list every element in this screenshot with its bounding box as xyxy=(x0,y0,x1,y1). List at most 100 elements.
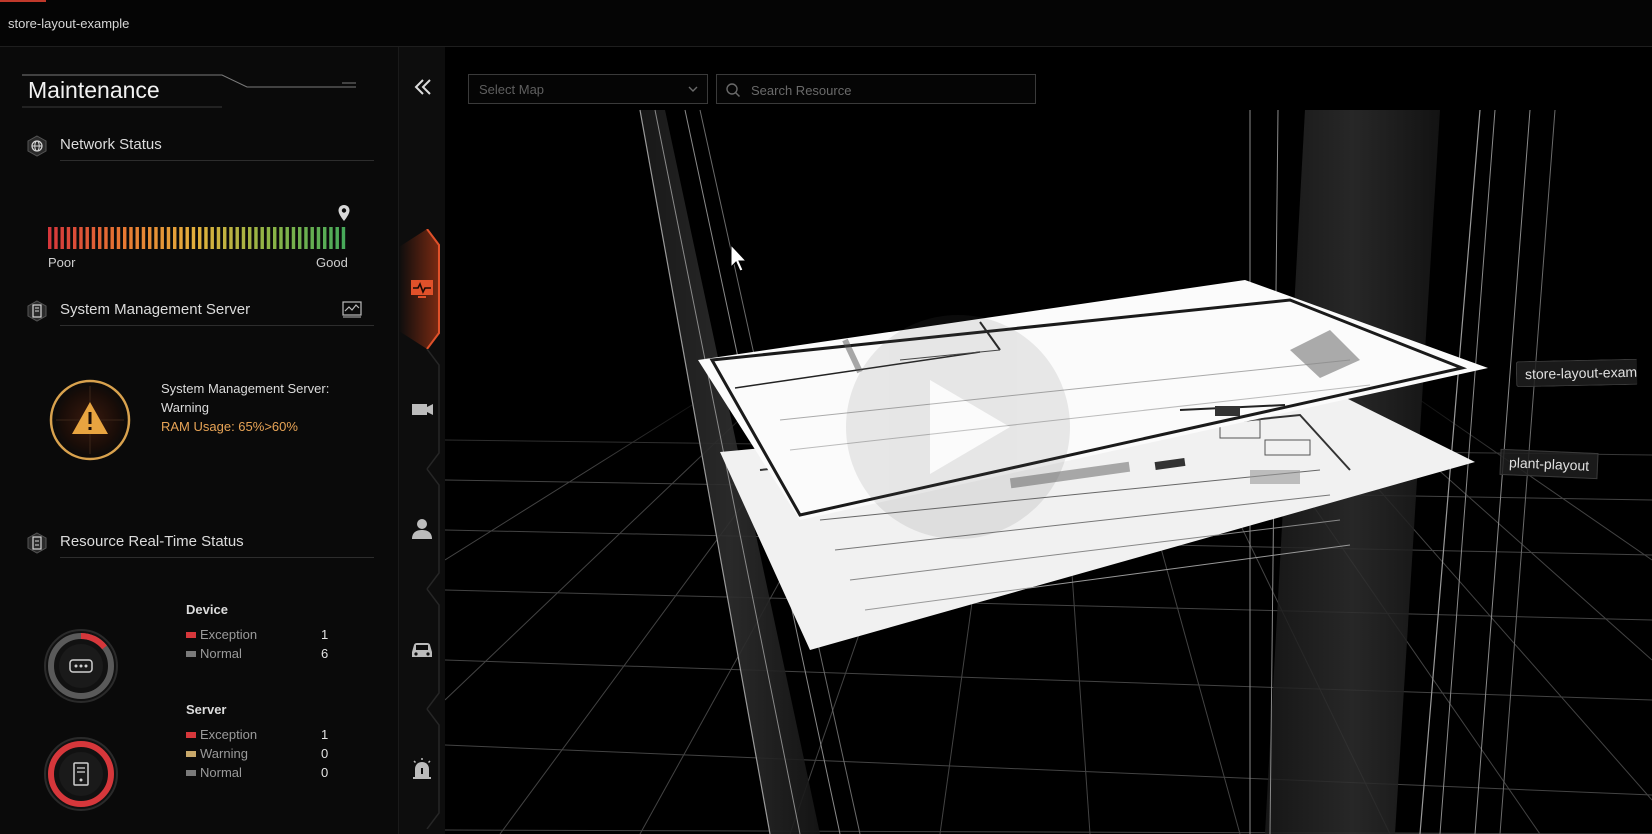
server-icon xyxy=(27,300,47,322)
row-count: 6 xyxy=(321,646,329,661)
network-scale-poor: Poor xyxy=(48,255,76,270)
server-warning-ring xyxy=(49,379,131,461)
window-title: store-layout-example xyxy=(8,16,130,31)
signal-segment xyxy=(79,227,83,249)
monitor-pulse-icon xyxy=(411,280,433,298)
server-header: System Management Server xyxy=(26,296,374,326)
signal-segment xyxy=(260,227,264,249)
signal-segment xyxy=(173,227,177,249)
camera-icon xyxy=(412,404,433,415)
network-status-header: Network Status xyxy=(26,131,374,161)
map-label-plant[interactable]: plant-playout xyxy=(1499,448,1599,480)
signal-segment xyxy=(254,227,258,249)
person-icon xyxy=(412,519,432,539)
maintenance-panel: Maintenance Network Status Poor Good Sys… xyxy=(0,47,398,834)
section-divider xyxy=(60,160,374,161)
chart-monitor-icon[interactable] xyxy=(342,300,362,318)
signal-segment xyxy=(98,227,102,249)
signal-segment xyxy=(85,227,89,249)
legend-swatch xyxy=(186,732,196,738)
car-icon xyxy=(412,643,432,657)
row-count: 0 xyxy=(321,765,329,780)
signal-segment xyxy=(160,227,164,249)
resource-search[interactable] xyxy=(716,74,1036,104)
row-label: Warning xyxy=(200,746,248,761)
signal-segment xyxy=(291,227,296,249)
section-divider xyxy=(60,325,374,326)
device-normal-row: Normal 6 xyxy=(186,646,336,664)
legend-swatch xyxy=(186,751,196,757)
signal-segment xyxy=(191,227,196,249)
search-input[interactable] xyxy=(749,80,1033,100)
signal-segment xyxy=(223,227,227,249)
map-label-store[interactable]: store-layout-exam xyxy=(1515,358,1638,388)
row-label: Exception xyxy=(200,627,258,642)
signal-segment xyxy=(129,227,133,249)
signal-segment xyxy=(204,227,208,249)
nav-item-alarm[interactable] xyxy=(399,709,445,829)
resource-status-header: Resource Real-Time Status xyxy=(26,528,374,558)
title-bar: store-layout-example xyxy=(0,0,1652,47)
signal-segment xyxy=(248,227,252,249)
signal-segment xyxy=(123,227,127,249)
nav-item-camera[interactable] xyxy=(399,349,445,469)
signal-segment xyxy=(141,227,146,249)
signal-segment xyxy=(341,227,346,249)
signal-segment xyxy=(166,227,171,249)
play-overlay-icon[interactable] xyxy=(846,315,1070,539)
network-globe-icon xyxy=(27,135,47,157)
nav-item-monitor[interactable] xyxy=(399,229,445,349)
server-exception-row: Exception 1 xyxy=(186,727,336,745)
signal-segment xyxy=(335,227,339,249)
collapse-panel-button[interactable] xyxy=(411,75,435,99)
signal-segment xyxy=(285,227,289,249)
signal-segment xyxy=(266,227,271,249)
signal-segment xyxy=(148,227,152,249)
map-select[interactable]: Select Map xyxy=(468,74,708,104)
mouse-cursor-icon xyxy=(730,243,748,272)
signal-segment xyxy=(66,227,71,249)
signal-segment xyxy=(273,227,277,249)
signal-segment xyxy=(316,227,321,249)
nav-item-person[interactable] xyxy=(399,469,445,589)
device-title: Device xyxy=(186,602,228,617)
network-scale-good: Good xyxy=(316,255,348,270)
row-count: 1 xyxy=(321,727,329,742)
signal-segment xyxy=(329,227,333,249)
signal-segment xyxy=(216,227,221,249)
network-quality-bar xyxy=(48,227,346,249)
network-status-label: Network Status xyxy=(60,136,162,153)
signal-segment xyxy=(323,227,327,249)
signal-segment xyxy=(91,227,96,249)
signal-segment xyxy=(298,227,302,249)
signal-segment xyxy=(310,227,314,249)
resource-status-label: Resource Real-Time Status xyxy=(60,533,244,550)
row-label: Normal xyxy=(200,646,242,661)
nav-item-vehicle[interactable] xyxy=(399,589,445,709)
signal-segment xyxy=(73,227,77,249)
ram-usage-line: RAM Usage: 65%>60% xyxy=(161,419,298,434)
module-nav xyxy=(398,47,446,834)
server-donut xyxy=(44,737,118,811)
server-warning-row: Warning 0 xyxy=(186,746,336,764)
signal-segment xyxy=(198,227,202,249)
map-3d-viewport[interactable]: store-layout-exam plant-playout xyxy=(445,47,1652,834)
section-divider xyxy=(60,557,374,558)
search-icon xyxy=(726,83,741,98)
row-count: 0 xyxy=(321,746,329,761)
signal-segment xyxy=(241,227,246,249)
signal-segment xyxy=(185,227,189,249)
signal-segment xyxy=(210,227,214,249)
alarm-icon xyxy=(413,758,431,779)
row-count: 1 xyxy=(321,627,329,642)
signal-segment xyxy=(104,227,108,249)
page-title: Maintenance xyxy=(28,77,160,103)
resource-icon xyxy=(27,532,47,554)
scene-canvas[interactable] xyxy=(445,47,1652,834)
signal-segment xyxy=(60,227,64,249)
signal-segment xyxy=(154,227,158,249)
server-title: Server xyxy=(186,702,227,717)
legend-swatch xyxy=(186,651,196,657)
row-label: Exception xyxy=(200,727,258,742)
server-status-text: System Management Server: Warning RAM Us… xyxy=(161,379,361,436)
